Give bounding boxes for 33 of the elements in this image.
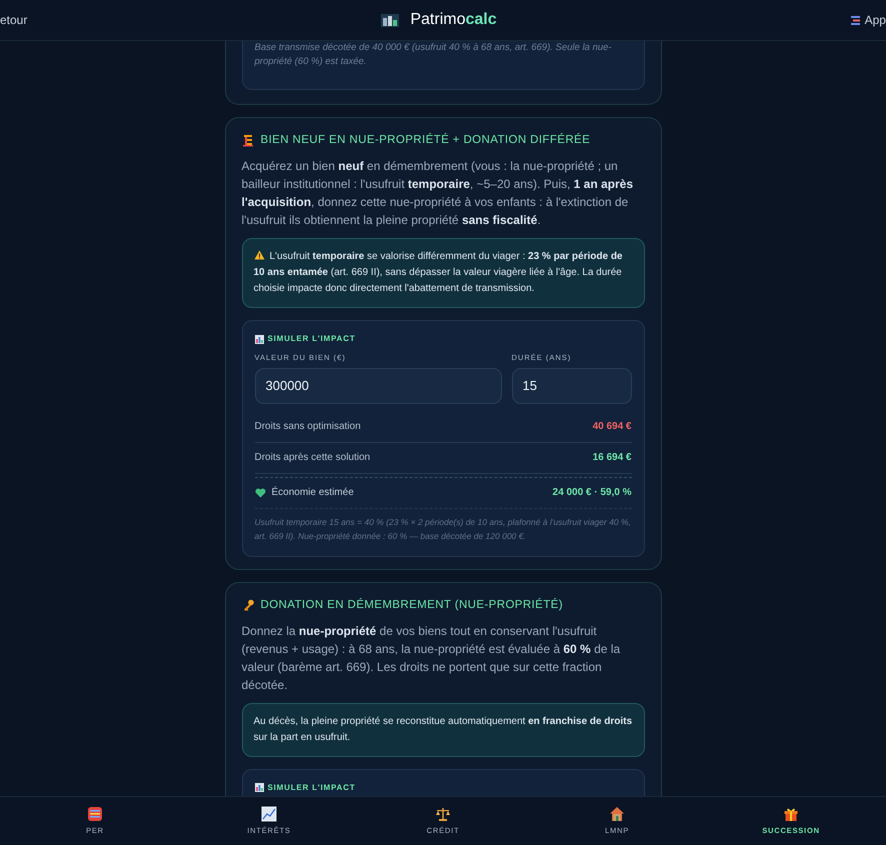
result-label: Droits après cette solution [254,451,370,465]
simulator-title: SIMULER L'IMPACT [268,782,356,794]
simulator-title: SIMULER L'IMPACT [268,333,356,346]
app-title: Patrimocalc [410,10,497,30]
card-description: Acquérez un bien neuf en démembrement (vous : la nue-propriété ; un bailleur institutionnel : l'usufruit temporaire, ~5–20 ans). Puis, 1 an après l'acquisition, donnez cette nue-propriété à vos enfants : à l'extinction de l'usufruit ils obtiennent la pleine propriété sans fiscalité. [242,158,634,230]
bar-chart-icon [254,334,264,344]
simulation-note: Base transmise décotée de 40 000 € (usufruit 40 % à 68 ans, art. 669). Seule la nue-propriété (60 %) est taxée. [254,41,612,69]
apps-link[interactable]: App [850,11,886,29]
simulation-note: Usufruit temporaire 15 ans = 40 % (23 % × 2 période(s) de 10 ans, plafonné à l'usufruit viager 40 %, art. 669 II). Nue-propriété donnée : 60 % — base décotée de 120 000 €. [254,516,632,542]
gift-icon [783,806,799,822]
card-title: DONATION EN DÉMEMBREMENT (NUE-PROPRIÉTÉ) [260,597,563,612]
bar-chart-icon [254,783,264,792]
scales-icon [435,806,451,822]
result-value: 40 694 € [592,420,632,434]
line-chart-icon [261,806,277,822]
input-field[interactable]: 15 [512,368,632,404]
card-icon [87,806,103,822]
result-label: Droits sans optimisation [254,420,361,434]
back-link[interactable]: etour [0,11,28,29]
savings-label: Économie estimée [272,485,354,500]
warning-icon [254,250,264,260]
buildings-icon [380,12,400,28]
key-icon [242,598,254,612]
callout-text: Au décès, la pleine propriété se reconstitue automatiquement en franchise de droits sur la part en usufruit. [254,714,632,745]
callout-text: L'usufruit temporaire se valorise différemment du viager : 23 % par période de 10 ans entamée (art. 669 II), sans dépasser la valeur viagère liée à l'âge. La durée choisie impacte donc directement l'abattement de transmission. [254,249,624,296]
input-field[interactable]: 300000 [254,368,502,404]
card-description: Donnez la nue-propriété de vos biens tout en conservant l'usufruit (revenus + usage) : à 68 ans, la nue-propriété est évaluée à 60 % de la valeur (barème art. 669). Les droits ne portent que sur cette fraction décotée. [242,622,622,694]
house-icon [609,806,625,822]
list-icon [850,14,861,26]
savings-value: 24 000 € · 59,0 % [552,486,632,500]
result-value: 16 694 € [592,451,632,465]
card-title: BIEN NEUF EN NUE-PROPRIÉTÉ + DONATION DIFFÉRÉE [260,132,590,148]
heart-icon [254,488,266,498]
